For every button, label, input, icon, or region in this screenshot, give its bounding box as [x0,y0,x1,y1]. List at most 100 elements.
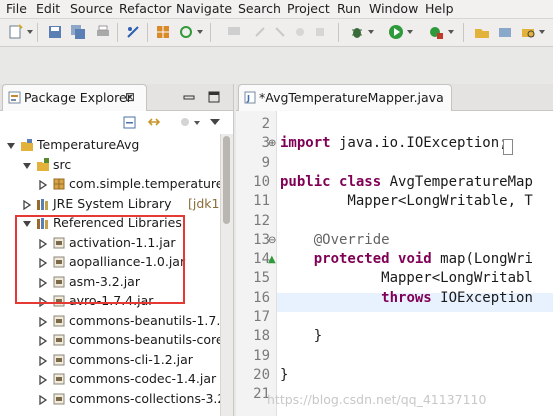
menu-source[interactable]: Source [70,1,113,16]
fold-toggle-icon[interactable]: ⊕ [268,138,276,149]
link-with-editor-icon[interactable] [147,116,161,129]
tree-item[interactable]: commons-cli-1.2.jar [0,351,220,370]
search-icon[interactable] [520,24,536,40]
menu-navigate[interactable]: Navigate [176,1,232,16]
tree-item-label: commons-beanutils-core-1. [69,332,220,347]
chevron-right-icon[interactable] [38,374,48,386]
comment-icon[interactable] [226,24,242,40]
toolbar-separator [147,23,148,42]
tree-item-label: commons-beanutils-1.7.0.jar [69,312,220,328]
run-dropdown-icon[interactable] [407,30,413,34]
debug-icon[interactable] [349,24,365,40]
chevron-right-icon[interactable] [38,355,48,366]
code-token: IOException [431,289,533,306]
line-number: 10 [253,173,270,190]
code-line: Mapper<LongWritable, T [280,193,533,212]
tree-item[interactable]: commons-beanutils-1.7.0.jar [0,312,220,331]
refresh-dropdown-icon[interactable] [197,30,203,34]
skip-breakpoints-icon[interactable] [125,24,141,40]
toolbar-separator [463,23,464,42]
disabled-tool-icon[interactable] [312,24,328,40]
tree-item[interactable]: commons-collections-3.2.1 [0,390,220,409]
build-icon[interactable] [155,24,171,40]
save-icon[interactable] [47,24,63,40]
code-token: java.io.IOException; [330,135,508,152]
chevron-down-icon[interactable] [6,140,16,150]
menu-refactor[interactable]: Refactor [119,1,171,16]
new-icon[interactable] [8,24,24,40]
tab-package-explorer[interactable]: Package Explorer ⊠ [2,84,147,111]
disabled-tool-icon[interactable] [272,24,288,40]
chevron-right-icon[interactable] [38,316,48,327]
chevron-right-icon[interactable] [22,199,32,210]
code-token: map(LongWri [431,251,533,268]
open-type-icon[interactable] [474,24,490,40]
menu-search[interactable]: Search [238,1,281,16]
line-number: 15 [253,270,270,287]
tree-item-label: commons-collections-3.2.1 [69,390,220,406]
jar-icon [52,353,66,367]
code-token: Mapper<LongWritable, T [280,193,533,210]
code-token: } [280,328,323,345]
menu-run[interactable]: Run [337,1,361,16]
toolbar-separator [37,23,38,42]
view-menu-icon[interactable] [210,119,220,126]
tab-avg-temperature-mapper[interactable]: J *AvgTemperatureMapper.java [238,84,452,111]
refresh-icon[interactable] [178,24,194,40]
maximize-icon[interactable] [208,91,220,103]
menu-edit[interactable]: Edit [36,1,60,16]
keyword-token: public [280,173,331,190]
tree-item[interactable]: commons-beanutils-core-1. [0,331,220,350]
focus-icon[interactable] [179,116,192,129]
new-dropdown-icon[interactable] [27,30,33,34]
chevron-down-icon[interactable] [22,160,32,170]
tree-item-label: commons-cli-1.2.jar [69,351,193,367]
line-number: 18 [253,328,270,345]
main-toolbar [0,19,553,47]
save-all-icon[interactable] [70,24,86,40]
menu-help[interactable]: Help [425,1,454,16]
code-area[interactable]: import java.io.IOException; public class … [280,111,553,416]
chevron-right-icon[interactable] [38,335,48,347]
annotation-highlight-box [15,215,185,304]
debug-dropdown-icon[interactable] [368,30,374,34]
open-task-icon[interactable] [497,24,513,40]
external-tools-icon[interactable] [428,24,444,40]
watermark: https://blog.csdn.net/qq_41137110 [267,392,487,407]
library-icon [36,197,50,211]
fold-toggle-icon[interactable]: ⊖ [268,235,276,246]
keyword-token: protected [313,251,390,268]
search-dropdown-icon[interactable] [539,30,545,34]
close-icon[interactable]: ⊠ [125,90,135,104]
scrollbar-thumb[interactable] [223,136,230,224]
chevron-right-icon[interactable] [38,179,48,191]
code-token: } [280,366,289,383]
folded-code-marker[interactable] [503,139,513,155]
menu-project[interactable]: Project [287,1,330,16]
code-line: import java.io.IOException; [280,135,508,154]
tree-item[interactable]: com.simple.temperature [0,175,220,194]
tree-item[interactable]: src [0,156,220,175]
focus-dropdown-icon[interactable] [194,121,200,125]
tree-scrollbar[interactable] [220,134,233,416]
print-icon[interactable] [95,24,111,40]
collapse-all-icon[interactable] [123,116,136,129]
toolbar-separator [210,23,211,42]
disabled-tool-icon[interactable] [292,24,308,40]
disabled-tool-icon[interactable] [252,24,268,40]
package-explorer-icon [8,91,21,104]
code-line: protected void map(LongWri [280,251,533,270]
external-tools-dropdown-icon[interactable] [448,30,454,34]
menu-window[interactable]: Window [369,1,418,16]
tree-item[interactable]: JRE System Library [jdk1.7.0_7 [0,195,220,214]
tree-item[interactable]: commons-codec-1.4.jar [0,370,220,389]
chevron-right-icon[interactable] [38,394,48,405]
minimize-icon[interactable] [183,94,195,100]
tree-item[interactable]: TemperatureAvg [0,136,220,155]
code-token: Mapper<LongWritabl [280,270,533,287]
run-icon[interactable] [388,24,404,40]
menu-file[interactable]: File [6,1,27,16]
keyword-token: throws [381,289,432,306]
package-explorer-title: Package Explorer [24,90,132,105]
